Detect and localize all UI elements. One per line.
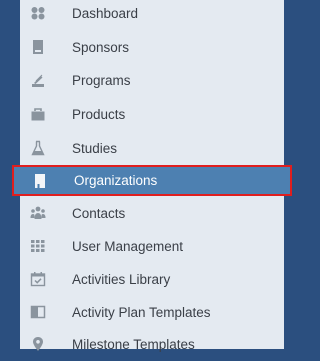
sidebar-item-label: User Management <box>72 238 184 254</box>
sidebar-nav: Dashboard Sponsors Programs Products Stu… <box>12 0 292 352</box>
sidebar-item-label: Milestone Templates <box>72 336 195 352</box>
sidebar-item-label: Organizations <box>74 173 158 188</box>
plan-template-icon <box>30 304 46 320</box>
studies-flask-icon <box>30 140 46 156</box>
sidebar-item-label: Studies <box>72 140 118 156</box>
sponsor-icon <box>30 39 46 55</box>
sidebar-item-sponsors[interactable]: Sponsors <box>20 33 284 61</box>
sidebar-item-dashboard[interactable]: Dashboard <box>20 0 284 27</box>
sidebar-item-milestone-templates[interactable]: Milestone Templates <box>20 330 284 358</box>
programs-icon <box>30 72 46 88</box>
sidebar-item-user-management[interactable]: User Management <box>20 232 284 260</box>
sidebar-item-label: Sponsors <box>72 39 130 55</box>
sidebar-item-label: Activities Library <box>72 271 171 287</box>
sidebar-item-products[interactable]: Products <box>20 100 284 128</box>
sidebar-item-label: Activity Plan Templates <box>72 304 211 320</box>
products-icon <box>30 106 46 122</box>
sidebar-item-programs[interactable]: Programs <box>20 66 284 94</box>
sidebar-item-label: Programs <box>72 72 131 88</box>
sidebar-item-label: Contacts <box>72 205 126 221</box>
organizations-icon <box>32 173 48 189</box>
sidebar-item-label: Products <box>72 106 126 122</box>
sidebar-item-label: Dashboard <box>72 5 139 21</box>
sidebar-item-studies[interactable]: Studies <box>20 134 284 162</box>
location-pin-icon <box>30 336 46 352</box>
sidebar-item-contacts[interactable]: Contacts <box>20 199 284 227</box>
contacts-icon <box>30 205 46 221</box>
user-management-grid-icon <box>30 238 46 254</box>
app-frame: Dashboard Sponsors Programs Products Stu… <box>0 0 292 361</box>
calendar-check-icon <box>30 271 46 287</box>
dashboard-icon <box>30 5 46 21</box>
sidebar-item-activities-library[interactable]: Activities Library <box>20 265 284 293</box>
sidebar-item-organizations[interactable]: Organizations <box>12 165 292 196</box>
sidebar-item-activity-plan-templates[interactable]: Activity Plan Templates <box>20 298 284 326</box>
